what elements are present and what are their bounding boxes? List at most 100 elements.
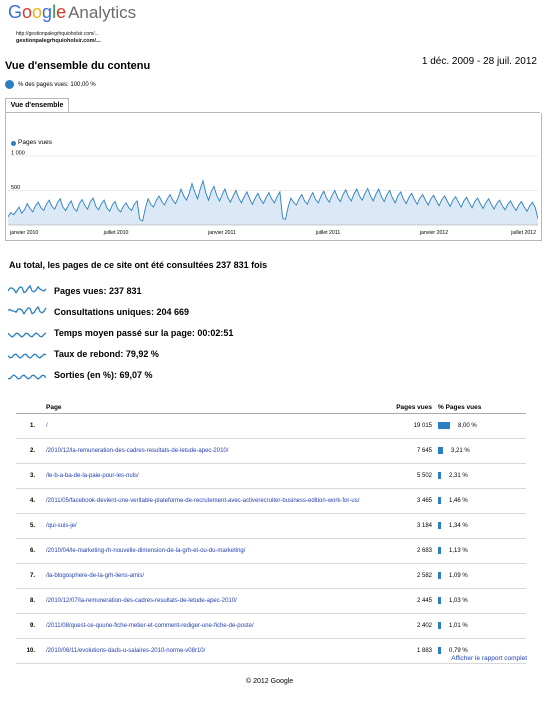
pct-cell: 1,01 % bbox=[435, 613, 526, 639]
page-cell: /qui-suis-je/ bbox=[43, 513, 379, 539]
pct-cell: 1,03 % bbox=[435, 588, 526, 614]
x-tick-label: juillet 2011 bbox=[315, 230, 341, 236]
logo-letter: o bbox=[22, 2, 33, 22]
pageviews-chart: 1 000 500 janvier 2010 juillet 2010 janvier … bbox=[8, 151, 538, 236]
table-row: 5./qui-suis-je/3 184 1,34 % bbox=[16, 513, 526, 539]
row-number: 10. bbox=[16, 638, 43, 664]
pct-cell: 1,09 % bbox=[435, 563, 526, 589]
sparkline-icon bbox=[8, 305, 47, 316]
pct-value: 1,09 % bbox=[449, 573, 468, 580]
table-row: 4./2011/05/facebook-devient-une-veritabl… bbox=[16, 488, 526, 514]
pct-cell: 1,46 % bbox=[435, 488, 526, 514]
page-link[interactable]: /2011/05/facebook-devient-une-veritable-… bbox=[46, 498, 359, 504]
page-link[interactable]: /2011/08/quest-ce-quune-fiche-metier-et-… bbox=[46, 623, 254, 629]
pct-bar bbox=[438, 447, 443, 455]
table-row: 1./ 19 015 8,00 % bbox=[16, 413, 526, 439]
sparkline-icon bbox=[8, 374, 47, 380]
pct-value: 3,21 % bbox=[451, 448, 470, 455]
table-row: 2./2010/12/la-remuneration-des-cadres-re… bbox=[16, 438, 526, 464]
metric-row: Temps moyen passé sur la page: 00:02:51 bbox=[8, 326, 408, 342]
row-number: 9. bbox=[16, 613, 43, 639]
metric-label: Consultations uniques: 204 669 bbox=[54, 307, 190, 317]
footer-copyright: © 2012 Google bbox=[246, 678, 294, 685]
table-row: 10./2010/06/11/evolutions-dads-u-salaire… bbox=[16, 638, 526, 664]
views-cell: 2 402 bbox=[379, 613, 435, 639]
page-cell: /2010/12/la-remuneration-des-cadres-resu… bbox=[43, 438, 379, 464]
pct-cell: 8,00 % bbox=[435, 413, 526, 439]
x-tick-label: janvier 2010 bbox=[9, 230, 38, 236]
views-cell: 3 184 bbox=[379, 513, 435, 539]
page-cell: /la-blogosphere-de-la-grh-liens-amis/ bbox=[43, 563, 379, 589]
table-row: 3./le-b-a-ba-de-la-paie-pour-les-nuls/5 … bbox=[16, 463, 526, 489]
table-header-row: Page Pages vues % Pages vues bbox=[16, 402, 526, 414]
table-row: 9./2011/08/quest-ce-quune-fiche-metier-e… bbox=[16, 613, 526, 639]
views-cell: 3 465 bbox=[379, 488, 435, 514]
pct-cell: 1,13 % bbox=[435, 538, 526, 564]
pct-bar bbox=[438, 472, 441, 480]
metric-label: Temps moyen passé sur la page: 00:02:51 bbox=[54, 328, 234, 338]
page-link[interactable]: /2010/06/11/evolutions-dads-u-salaires-2… bbox=[46, 648, 205, 654]
pct-value: 2,31 % bbox=[449, 473, 468, 480]
page-cell: /2011/08/quest-ce-quune-fiche-metier-et-… bbox=[43, 613, 379, 639]
row-number: 2. bbox=[16, 438, 43, 464]
page-cell: /2011/05/facebook-devient-une-veritable-… bbox=[43, 488, 379, 514]
legend-dot-icon bbox=[11, 141, 16, 146]
page-cell: /2010/12/07/la-remuneration-des-cadres-r… bbox=[43, 588, 379, 614]
page-cell: /2010/04/le-marketing-rh-nouvelle-dimens… bbox=[43, 538, 379, 564]
pct-bar bbox=[438, 597, 441, 605]
row-number: 6. bbox=[16, 538, 43, 564]
google-analytics-logo: Google Analytics bbox=[8, 2, 136, 23]
col-number bbox=[16, 402, 43, 414]
pct-cell: 2,31 % bbox=[435, 463, 526, 489]
pct-cell: 3,21 % bbox=[435, 438, 526, 464]
y-tick-label: 500 bbox=[11, 185, 20, 191]
x-tick-label: juillet 2010 bbox=[103, 230, 129, 236]
views-cell: 19 015 bbox=[379, 413, 435, 439]
views-cell: 2 445 bbox=[379, 588, 435, 614]
row-number: 4. bbox=[16, 488, 43, 514]
pct-value: 1,03 % bbox=[449, 598, 468, 605]
table-row: 6./2010/04/le-marketing-rh-nouvelle-dime… bbox=[16, 538, 526, 564]
chart-legend: Pages vues bbox=[18, 139, 52, 146]
metric-label: Pages vues: 237 831 bbox=[54, 286, 142, 296]
page-link[interactable]: /2010/12/07/la-remuneration-des-cadres-r… bbox=[46, 598, 237, 604]
col-views: Pages vues bbox=[379, 402, 435, 414]
page-link[interactable]: /qui-suis-je/ bbox=[46, 523, 77, 529]
pct-value: 1,01 % bbox=[449, 623, 468, 630]
pct-bar bbox=[438, 522, 441, 530]
pct-value: 1,46 % bbox=[449, 498, 468, 505]
page-cell: / bbox=[43, 413, 379, 439]
full-report-link[interactable]: Afficher le rapport complet bbox=[451, 655, 527, 662]
row-number: 7. bbox=[16, 563, 43, 589]
page-link[interactable]: /2010/12/la-remuneration-des-cadres-resu… bbox=[46, 448, 228, 454]
pct-value: 0,79 % bbox=[449, 648, 468, 655]
metric-row: Taux de rebond: 79,92 % bbox=[8, 347, 408, 363]
sparkline-icon bbox=[8, 284, 47, 295]
logo-letter: o bbox=[32, 2, 43, 22]
pct-cell: 1,34 % bbox=[435, 513, 526, 539]
x-tick-label: janvier 2011 bbox=[207, 230, 236, 236]
page-cell: /le-b-a-ba-de-la-paie-pour-les-nuls/ bbox=[43, 463, 379, 489]
tab-overview[interactable]: Vue d'ensemble bbox=[5, 98, 69, 113]
pct-bar bbox=[438, 547, 441, 555]
logo-letter: g bbox=[42, 2, 53, 22]
page-link[interactable]: /le-b-a-ba-de-la-paie-pour-les-nuls/ bbox=[46, 473, 139, 479]
x-tick-label: juillet 2012 bbox=[510, 230, 536, 236]
segment-pie-icon bbox=[5, 80, 14, 89]
logo-letter: G bbox=[8, 2, 23, 22]
product-name: Analytics bbox=[68, 3, 137, 22]
logo-letter: e bbox=[56, 2, 67, 22]
pct-bar bbox=[438, 572, 441, 580]
page-link[interactable]: / bbox=[46, 423, 48, 429]
sparkline-icon bbox=[8, 332, 47, 338]
col-page: Page bbox=[43, 402, 379, 414]
page-link[interactable]: /2010/04/le-marketing-rh-nouvelle-dimens… bbox=[46, 548, 245, 554]
row-number: 1. bbox=[16, 413, 43, 439]
views-cell: 7 645 bbox=[379, 438, 435, 464]
page-link[interactable]: /la-blogosphere-de-la-grh-liens-amis/ bbox=[46, 573, 144, 579]
x-tick-label: janvier 2012 bbox=[419, 230, 448, 236]
date-range: 1 déc. 2009 - 28 juil. 2012 bbox=[421, 56, 537, 67]
pct-bar bbox=[438, 497, 441, 505]
row-number: 5. bbox=[16, 513, 43, 539]
views-cell: 2 582 bbox=[379, 563, 435, 589]
